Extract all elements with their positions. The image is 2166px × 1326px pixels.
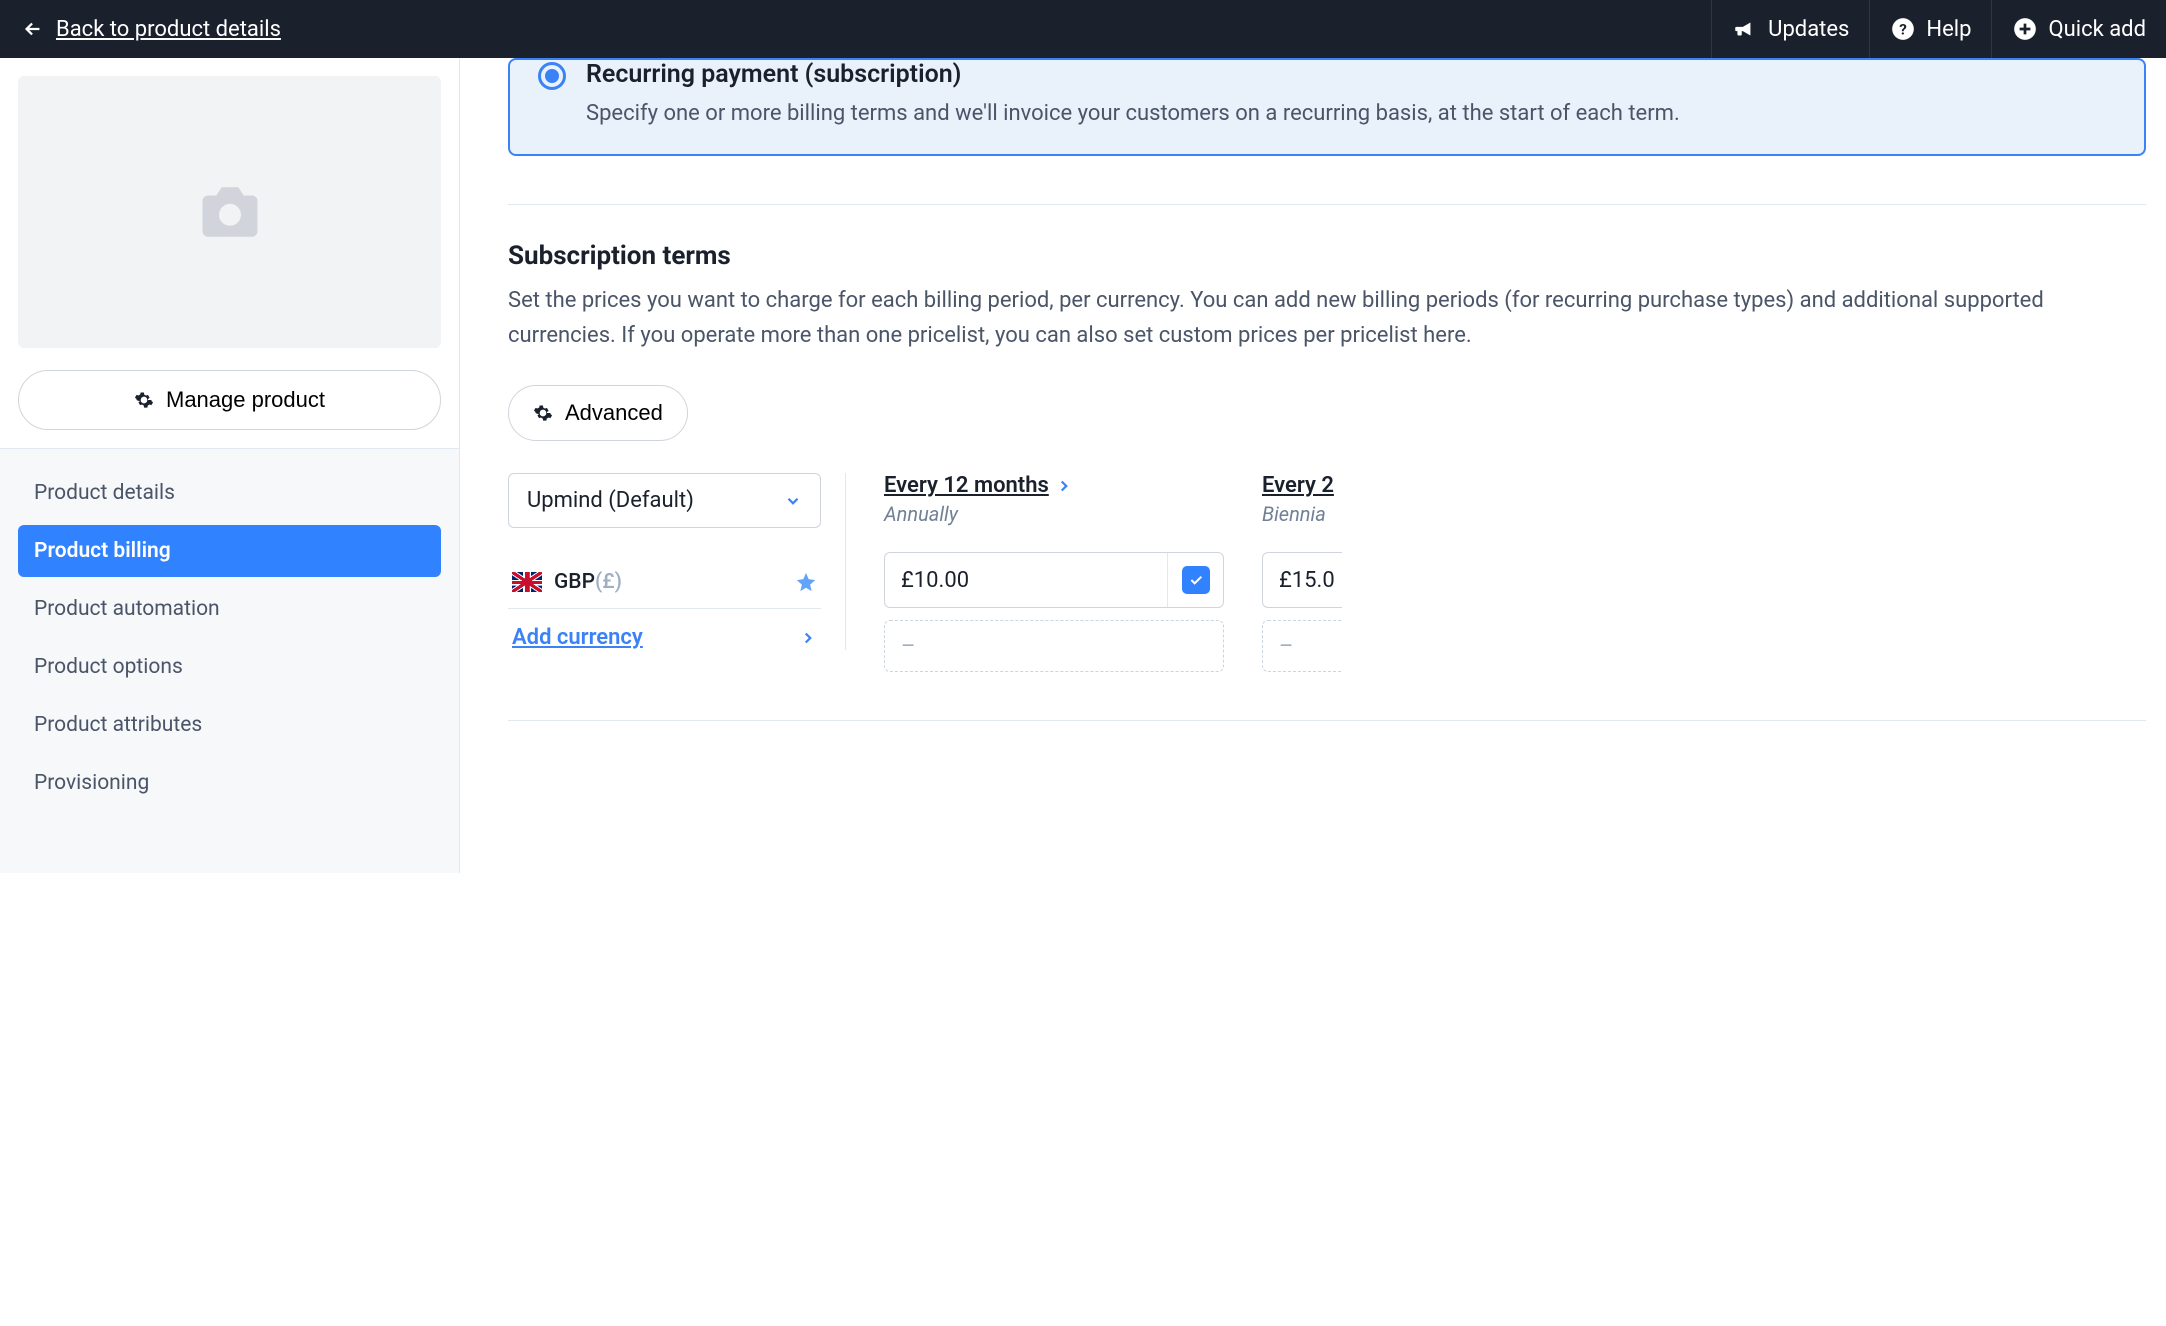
nav-provisioning[interactable]: Provisioning xyxy=(18,757,441,809)
period-title-link[interactable]: Every 12 months xyxy=(884,473,1073,498)
pricelist-select[interactable]: Upmind (Default) xyxy=(508,473,821,528)
megaphone-icon xyxy=(1732,16,1758,42)
back-to-product-details-link[interactable]: Back to product details xyxy=(0,17,303,42)
sidebar-nav: Product details Product billing Product … xyxy=(0,449,459,833)
check-icon xyxy=(1188,572,1204,588)
divider xyxy=(508,720,2146,721)
subscription-terms-desc: Set the prices you want to charge for ea… xyxy=(508,283,2146,353)
price-value: £10.00 xyxy=(885,553,1167,607)
period-column-12-months: Every 12 months Annually £10.00 – xyxy=(884,473,1224,672)
flag-uk-icon xyxy=(512,572,542,592)
add-currency-label: Add currency xyxy=(512,625,643,650)
plus-circle-icon xyxy=(2012,16,2038,42)
camera-icon xyxy=(197,184,263,240)
nav-product-details[interactable]: Product details xyxy=(18,467,441,519)
nav-product-billing[interactable]: Product billing xyxy=(18,525,441,577)
quick-add-button[interactable]: Quick add xyxy=(1991,0,2166,58)
add-currency-link[interactable]: Add currency xyxy=(508,609,821,650)
chevron-down-icon xyxy=(784,492,802,510)
currency-row-gbp[interactable]: GBP(£) xyxy=(508,556,821,609)
divider xyxy=(508,204,2146,205)
subscription-terms-heading: Subscription terms xyxy=(508,241,2166,271)
topbar: Back to product details Updates ? Help Q… xyxy=(0,0,2166,58)
period-column-24-months: Every 2 Biennia £15.0 – xyxy=(1262,473,1342,672)
main-content: Recurring payment (subscription) Specify… xyxy=(460,58,2166,873)
recurring-payment-option[interactable]: Recurring payment (subscription) Specify… xyxy=(508,58,2146,156)
price-input-24-months[interactable]: £15.0 xyxy=(1262,552,1342,608)
manage-product-button[interactable]: Manage product xyxy=(18,370,441,430)
nav-product-attributes[interactable]: Product attributes xyxy=(18,699,441,751)
price-enabled-checkbox[interactable] xyxy=(1167,553,1223,607)
nav-product-automation[interactable]: Product automation xyxy=(18,583,441,635)
price-placeholder-row: – xyxy=(1262,620,1342,672)
star-icon xyxy=(795,571,817,593)
quick-add-label: Quick add xyxy=(2048,17,2146,42)
currency-code: GBP(£) xyxy=(554,570,622,594)
period-title-link[interactable]: Every 2 xyxy=(1262,473,1334,498)
updates-label: Updates xyxy=(1768,17,1849,42)
period-subtitle: Annually xyxy=(884,502,1224,526)
advanced-button[interactable]: Advanced xyxy=(508,385,688,441)
help-icon: ? xyxy=(1890,16,1916,42)
price-placeholder-row: – xyxy=(884,620,1224,672)
chevron-right-icon xyxy=(799,629,817,647)
recurring-payment-desc: Specify one or more billing terms and we… xyxy=(586,97,1680,130)
help-button[interactable]: ? Help xyxy=(1869,0,1991,58)
price-input-12-months[interactable]: £10.00 xyxy=(884,552,1224,608)
pricing-grid: Upmind (Default) GBP(£) Add currency xyxy=(508,473,2166,672)
period-subtitle: Biennia xyxy=(1262,502,1342,526)
advanced-label: Advanced xyxy=(565,400,663,426)
product-image-placeholder[interactable] xyxy=(18,76,441,348)
manage-product-label: Manage product xyxy=(166,387,325,413)
back-link-label: Back to product details xyxy=(56,17,281,42)
svg-text:?: ? xyxy=(1900,20,1908,38)
pricelist-select-value: Upmind (Default) xyxy=(527,488,694,513)
price-value: £15.0 xyxy=(1263,553,1342,607)
updates-button[interactable]: Updates xyxy=(1711,0,1869,58)
nav-product-options[interactable]: Product options xyxy=(18,641,441,693)
help-label: Help xyxy=(1926,17,1971,42)
arrow-left-icon xyxy=(22,18,44,40)
gear-icon xyxy=(134,390,154,410)
sidebar: Manage product Product details Product b… xyxy=(0,58,460,873)
radio-selected-icon xyxy=(538,62,566,90)
chevron-right-icon xyxy=(1055,477,1073,495)
recurring-payment-title: Recurring payment (subscription) xyxy=(586,60,1680,89)
gear-icon xyxy=(533,403,553,423)
